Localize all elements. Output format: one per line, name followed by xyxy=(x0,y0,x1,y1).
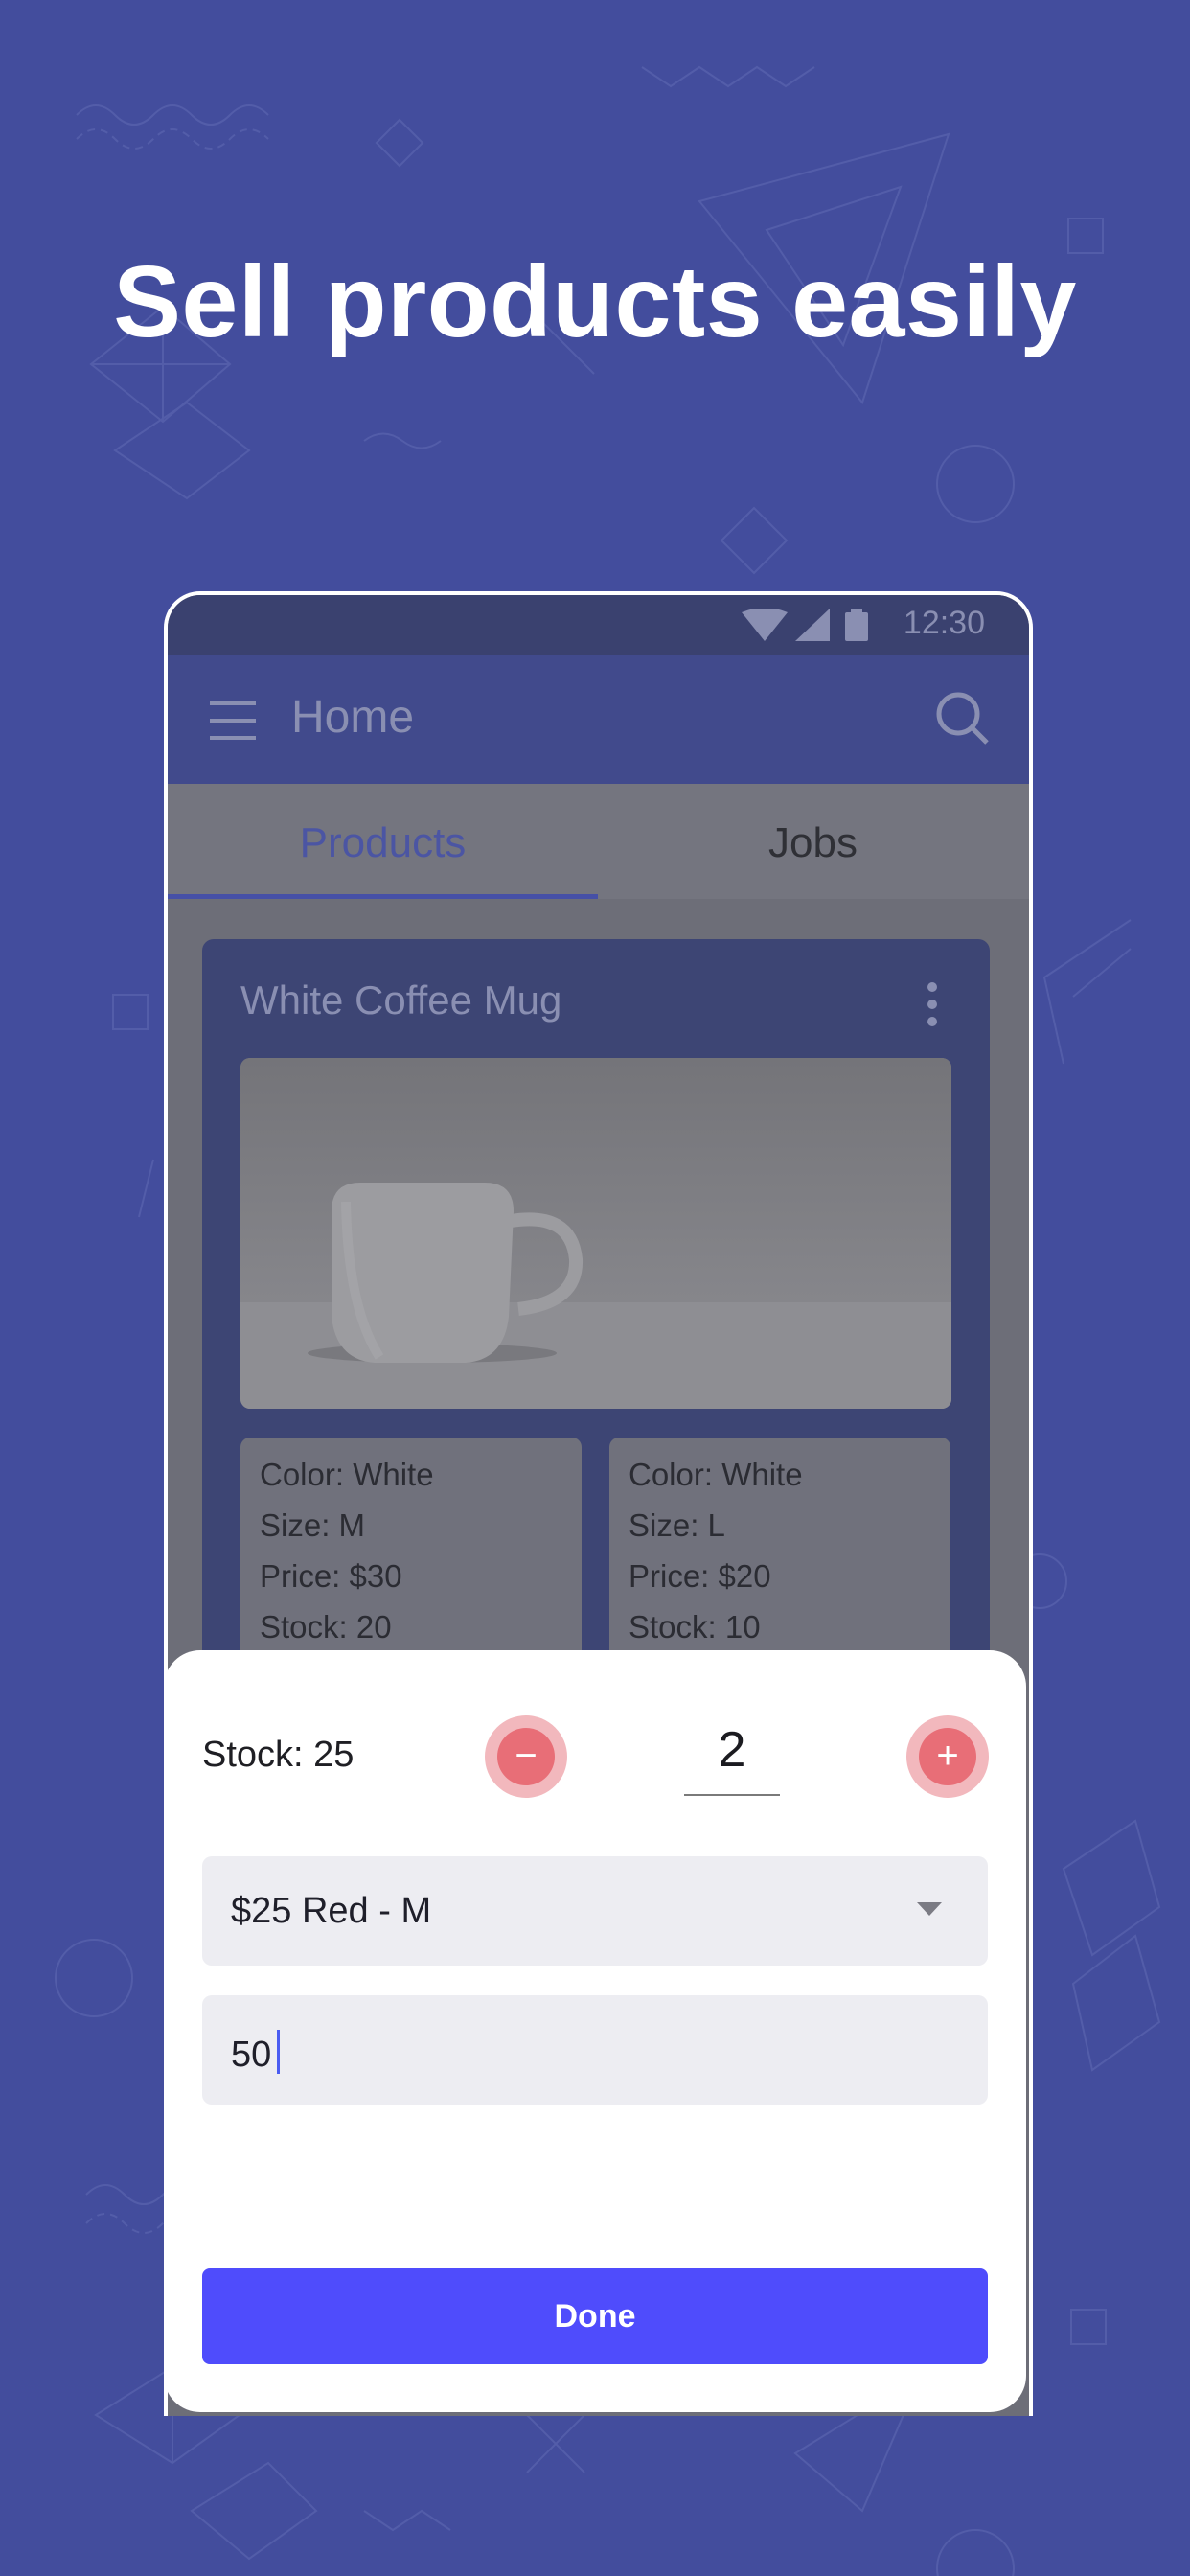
variant-price: Price: $30 xyxy=(260,1558,402,1594)
battery-icon xyxy=(845,609,868,641)
text-cursor xyxy=(277,2030,281,2074)
variant-size: Size: M xyxy=(260,1507,366,1543)
variant-select-value: $25 Red - M xyxy=(231,1891,432,1931)
variant-stock: Stock: 10 xyxy=(629,1609,761,1644)
status-icons xyxy=(742,608,885,648)
tab-jobs[interactable]: Jobs xyxy=(598,784,1028,899)
amount-input[interactable]: 50 xyxy=(202,1995,988,2104)
caret-down-icon xyxy=(917,1902,942,1920)
wifi-icon xyxy=(742,608,788,641)
increase-quantity-button[interactable]: + xyxy=(906,1715,989,1798)
quantity-value[interactable]: 2 xyxy=(684,1706,780,1796)
menu-icon[interactable] xyxy=(210,701,256,746)
decrease-quantity-button[interactable]: − xyxy=(485,1715,567,1798)
more-vertical-icon[interactable] xyxy=(927,981,938,1032)
signal-icon xyxy=(795,609,830,641)
variant-select[interactable]: $25 Red - M xyxy=(202,1856,988,1966)
tab-bar: Products Jobs xyxy=(168,784,1029,899)
variant-color: Color: White xyxy=(629,1457,803,1492)
stock-label: Stock: 25 xyxy=(202,1735,355,1775)
status-bar: 12:30 xyxy=(168,595,1029,655)
search-icon[interactable] xyxy=(933,689,991,751)
plus-icon: + xyxy=(919,1728,976,1785)
bottom-sheet: Stock: 25 − 2 + $25 Red - M 50 Done xyxy=(164,1650,1026,2412)
minus-icon: − xyxy=(497,1728,555,1785)
tab-products[interactable]: Products xyxy=(168,784,598,899)
variant-color: Color: White xyxy=(260,1457,434,1492)
product-title: White Coffee Mug xyxy=(240,978,562,1023)
product-image xyxy=(240,1058,951,1409)
app-bar: Home xyxy=(168,655,1029,784)
amount-input-value: 50 xyxy=(231,2030,281,2076)
done-button[interactable]: Done xyxy=(202,2268,988,2364)
variant-price: Price: $20 xyxy=(629,1558,771,1594)
variant-size: Size: L xyxy=(629,1507,725,1543)
variant-stock: Stock: 20 xyxy=(260,1609,392,1644)
app-bar-title: Home xyxy=(291,692,415,743)
headline: Sell products easily xyxy=(113,245,1077,358)
status-time: 12:30 xyxy=(903,605,985,641)
